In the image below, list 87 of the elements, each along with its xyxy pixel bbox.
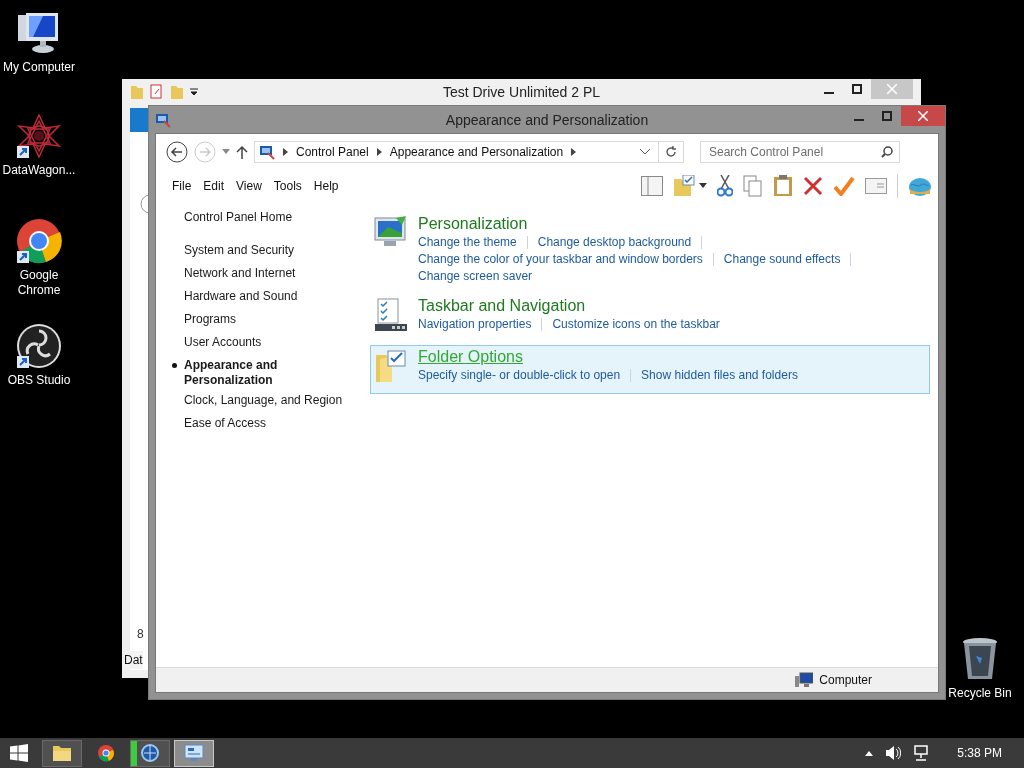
minimize-icon [854,119,864,121]
window-title: Test Drive Unlimited 2 PL [442,84,601,100]
menu-item[interactable]: Help [307,179,345,193]
properties-icon[interactable] [150,84,164,100]
task-link[interactable]: Change sound effects [723,251,841,268]
up-arrow-icon[interactable] [236,144,248,159]
minimize-icon [824,92,834,94]
obs-icon [16,323,62,369]
paste-icon[interactable] [773,175,793,197]
checkmark-icon[interactable] [833,176,855,196]
sidebar-link[interactable]: Clock, Language, and Region [171,393,370,416]
recycle-bin-icon [960,636,1000,682]
icon-label: OBS Studio [7,373,71,388]
scissors-icon[interactable] [717,175,733,197]
chrome-icon[interactable] [97,744,115,762]
search-icon[interactable] [881,145,893,158]
computer-icon [795,672,814,688]
speaker-icon[interactable] [885,745,902,761]
delete-icon[interactable] [803,176,823,196]
sidebar-link[interactable]: Control Panel Home [171,210,370,233]
ribbon-bar [130,108,150,132]
network-icon[interactable] [913,745,930,761]
star-pattern-icon [16,113,62,159]
menu-item[interactable]: Edit [197,179,231,193]
taskbar-checklist-icon [374,298,408,332]
category-link[interactable]: Personalization [418,215,528,233]
table-cell: 8 [137,627,144,641]
maximize-icon [882,111,892,121]
back-icon[interactable] [166,140,188,163]
layout-icon[interactable] [641,176,663,196]
folder-icon[interactable] [52,744,72,762]
breadcrumb[interactable]: Control Panel [296,144,369,159]
close-icon [918,111,928,121]
taskbar-button[interactable] [130,739,170,767]
menu-item[interactable]: View [230,179,268,193]
task-link[interactable]: Change the theme [418,234,517,251]
search-field[interactable]: Search Control Panel [700,140,900,163]
task-link[interactable]: Specify single- or double-click to open [418,367,621,384]
dropdown-icon[interactable] [640,148,650,155]
icon-label: Recycle Bin [948,686,1012,701]
taskbar-button[interactable] [174,739,214,767]
close-button[interactable] [901,106,945,126]
start-icon[interactable] [10,744,28,762]
clock[interactable]: 5:38 PM [957,746,1002,760]
folder-check-icon[interactable] [673,175,695,197]
breadcrumb[interactable]: Appearance and Personalization [389,144,564,159]
card-icon[interactable] [865,178,887,194]
task-link[interactable]: Change desktop background [537,234,692,251]
taskbar-button[interactable] [42,739,82,767]
icon-label: My Computer [3,60,75,75]
control-panel-icon [259,143,275,160]
task-link[interactable]: Navigation properties [418,316,532,333]
task-link[interactable]: Change the color of your taskbar and window borders [418,251,703,268]
caret-icon[interactable] [190,88,198,96]
status-text: Computer [819,673,872,687]
chrome-icon [16,218,62,264]
refresh-icon[interactable] [665,145,677,158]
chevron-icon[interactable] [376,147,382,156]
sidebar-link[interactable]: System and Security [171,243,370,266]
chevron-icon[interactable] [571,147,577,156]
control-panel-icon[interactable] [184,744,204,762]
sidebar-link[interactable]: Programs [171,312,370,335]
address-bar[interactable]: Control Panel Appearance and Personalization [254,140,684,163]
sidebar-link[interactable]: Hardware and Sound [171,289,370,312]
control-panel-icon [155,111,171,128]
folder-check-icon [374,349,408,383]
icon-label: Google Chrome [16,268,62,298]
sidebar-link[interactable]: Appearance and Personalization [171,358,296,393]
menu-item[interactable]: Tools [267,179,308,193]
globe-icon[interactable] [908,175,932,197]
task-link[interactable]: Customize icons on the taskbar [552,316,720,333]
caret-icon[interactable] [699,183,707,189]
window-title: Appearance and Personalization [445,112,649,128]
monitor-icon [374,216,408,248]
task-link[interactable]: Change screen saver [418,268,533,285]
category-link[interactable]: Taskbar and Navigation [418,297,586,315]
sidebar-link[interactable]: Network and Internet [171,266,370,289]
sidebar-link[interactable]: Ease of Access [171,416,370,439]
task-link[interactable]: Show hidden files and folders [641,367,798,384]
icon-label: DataWagon... [2,163,76,178]
menu-item[interactable]: File [166,179,198,193]
column-header[interactable]: Dat [124,651,143,669]
show-hidden-icons[interactable] [865,750,874,756]
close-icon [887,84,897,94]
chevron-icon[interactable] [283,147,288,156]
maximize-icon [852,84,862,94]
sidebar-link[interactable]: User Accounts [171,335,370,358]
